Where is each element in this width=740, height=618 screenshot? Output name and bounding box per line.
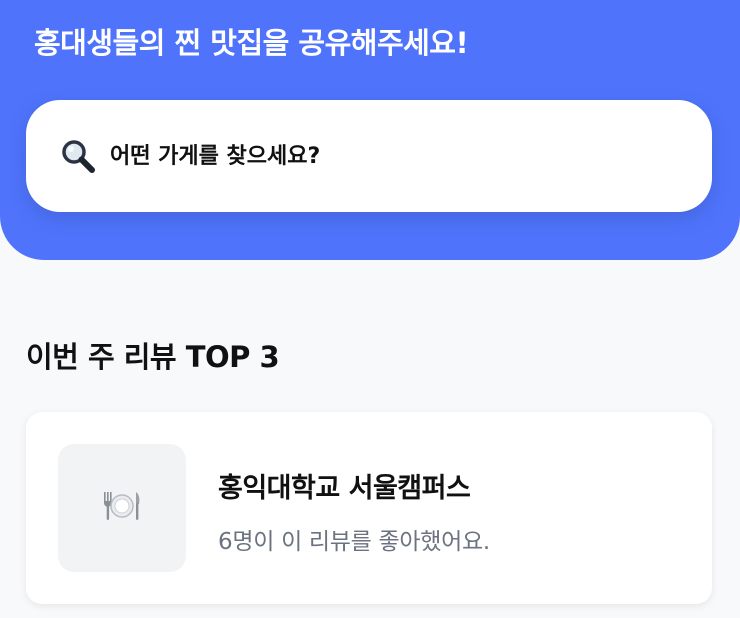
search-bar[interactable] [26, 100, 712, 212]
card-likes-text: 6명이 이 리뷰를 좋아했어요. [218, 529, 490, 555]
page: 홍대생들의 찐 맛집을 공유해주세요! 이번 주 리뷰 TOP 3 [0, 0, 740, 618]
card-title: 홍익대학교 서울캠퍼스 [218, 473, 471, 504]
header-banner: 홍대생들의 찐 맛집을 공유해주세요! [0, 0, 740, 260]
header-title: 홍대생들의 찐 맛집을 공유해주세요! [34, 26, 469, 60]
magnifying-glass-icon [58, 136, 98, 176]
review-card[interactable]: 홍익대학교 서울캠퍼스 6명이 이 리뷰를 좋아했어요. [26, 412, 712, 604]
search-input[interactable] [110, 136, 630, 176]
section-title-top-reviews: 이번 주 리뷰 TOP 3 [26, 340, 280, 374]
plate-utensils-icon [100, 486, 144, 530]
card-thumbnail [58, 444, 186, 572]
